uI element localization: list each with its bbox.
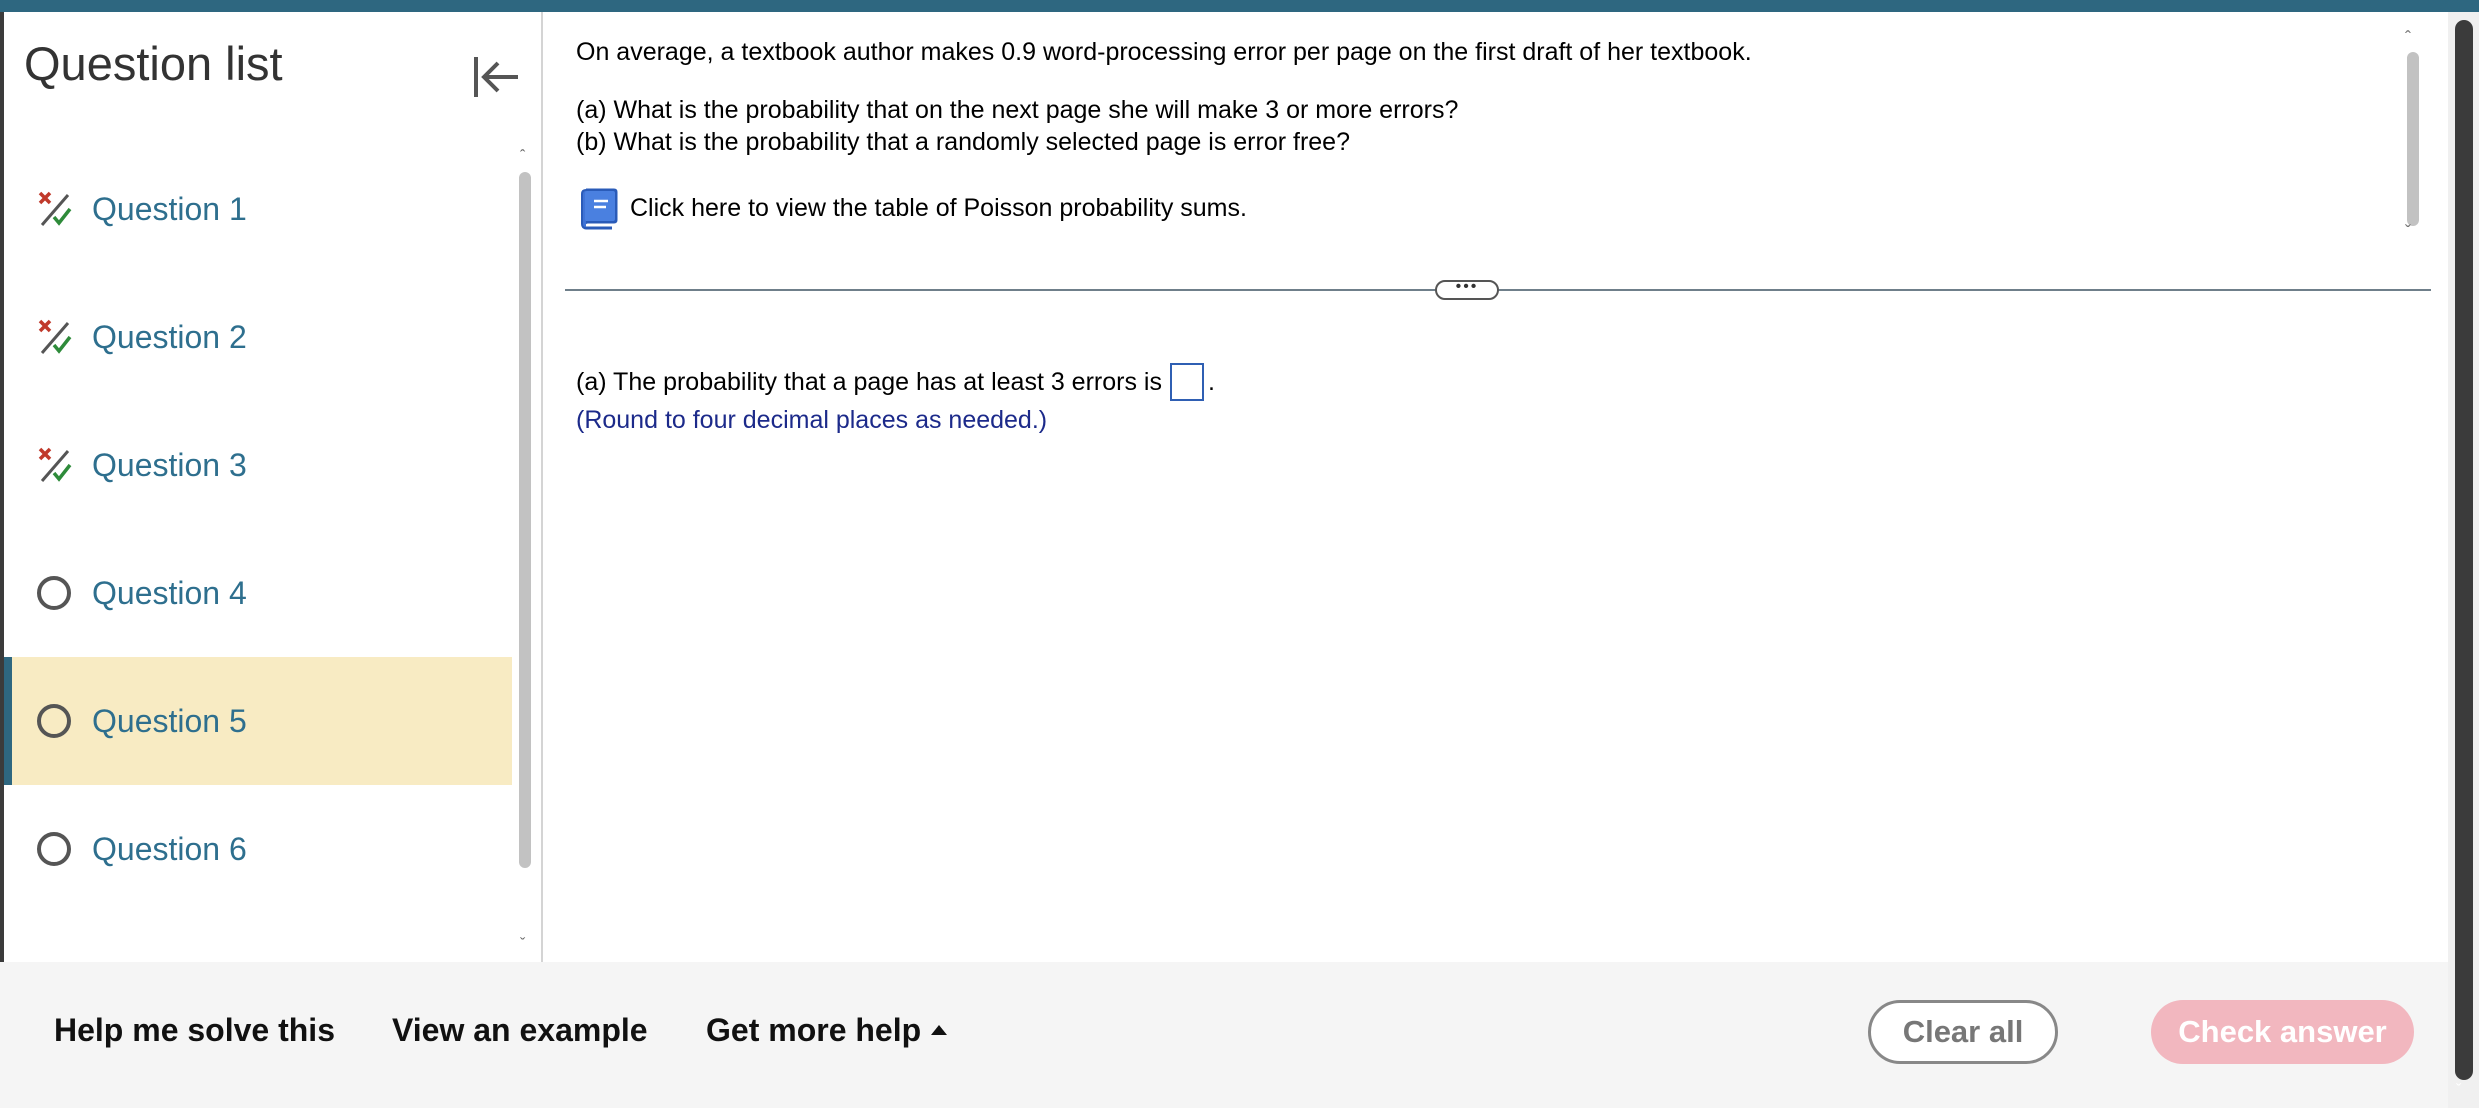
- action-footer: Help me solve this View an example Get m…: [0, 962, 2448, 1108]
- page-scroll-down-icon[interactable]: ˇ: [2456, 1082, 2461, 1100]
- view-example-button[interactable]: View an example: [392, 1012, 648, 1049]
- question-label: Question 6: [92, 830, 247, 867]
- question-label: Question 3: [92, 446, 247, 483]
- answer-line: (a) The probability that a page has at l…: [576, 362, 1215, 402]
- help-me-solve-button[interactable]: Help me solve this: [54, 1012, 335, 1049]
- get-more-help-label: Get more help: [706, 1012, 922, 1048]
- answer-suffix: .: [1207, 368, 1215, 396]
- collapse-left-icon: [474, 57, 518, 97]
- partial-correct-icon: [34, 189, 74, 229]
- check-answer-button[interactable]: Check answer: [2151, 1000, 2414, 1064]
- question-item-3[interactable]: Question 3: [4, 401, 512, 529]
- top-bar: [0, 0, 2479, 12]
- question-item-5[interactable]: Question 5: [4, 657, 512, 785]
- caret-up-icon: [931, 1024, 948, 1035]
- question-part-b: (b) What is the probability that a rando…: [576, 128, 1350, 156]
- poisson-table-link[interactable]: Click here to view the table of Poisson …: [576, 186, 1247, 230]
- sidebar-scrollbar-thumb[interactable]: [519, 172, 531, 868]
- question-label: Question 5: [92, 702, 247, 739]
- question-item-partial[interactable]: [4, 913, 512, 960]
- get-more-help-button[interactable]: Get more help: [706, 1012, 948, 1049]
- answer-input[interactable]: [1169, 363, 1204, 401]
- answer-prompt: (a) The probability that a page has at l…: [576, 368, 1162, 396]
- question-content: On average, a textbook author makes 0.9 …: [545, 12, 2448, 962]
- circle-icon: [34, 829, 74, 869]
- question-item-6[interactable]: Question 6: [4, 785, 512, 913]
- question-item-1[interactable]: Question 1: [4, 145, 512, 273]
- collapse-sidebar-button[interactable]: [468, 52, 524, 102]
- sidebar-scroll-up-icon[interactable]: ˆ: [520, 148, 525, 166]
- book-icon: [581, 188, 618, 230]
- partial-correct-icon: [34, 445, 74, 485]
- question-label: Question 2: [92, 318, 247, 355]
- question-label: Question 4: [92, 574, 247, 611]
- circle-icon: [34, 701, 74, 741]
- clear-all-button[interactable]: Clear all: [1868, 1000, 2058, 1064]
- content-scroll-down-icon[interactable]: ˇ: [2405, 222, 2411, 243]
- question-item-2[interactable]: Question 2: [4, 273, 512, 401]
- page-scrollbar-thumb[interactable]: [2455, 20, 2473, 1080]
- content-scroll-up-icon[interactable]: ˆ: [2405, 28, 2411, 49]
- partial-correct-icon: [34, 317, 74, 357]
- question-intro: On average, a textbook author makes 0.9 …: [576, 38, 1752, 66]
- question-item-4[interactable]: Question 4: [4, 529, 512, 657]
- content-scrollbar-thumb[interactable]: [2407, 52, 2419, 226]
- sidebar-title: Question list: [24, 37, 283, 90]
- question-list: Question 1 Question 2 Question 3 Questio…: [4, 145, 512, 960]
- poisson-table-link-text: Click here to view the table of Poisson …: [630, 193, 1247, 222]
- rounding-hint: (Round to four decimal places as needed.…: [576, 406, 1048, 434]
- question-label: Question 1: [92, 190, 247, 227]
- pane-resize-handle[interactable]: •••: [1435, 279, 1499, 300]
- question-part-a: (a) What is the probability that on the …: [576, 96, 1459, 124]
- circle-icon: [34, 573, 74, 613]
- sidebar-scroll-down-icon[interactable]: ˇ: [520, 936, 525, 954]
- circle-icon: [34, 957, 74, 960]
